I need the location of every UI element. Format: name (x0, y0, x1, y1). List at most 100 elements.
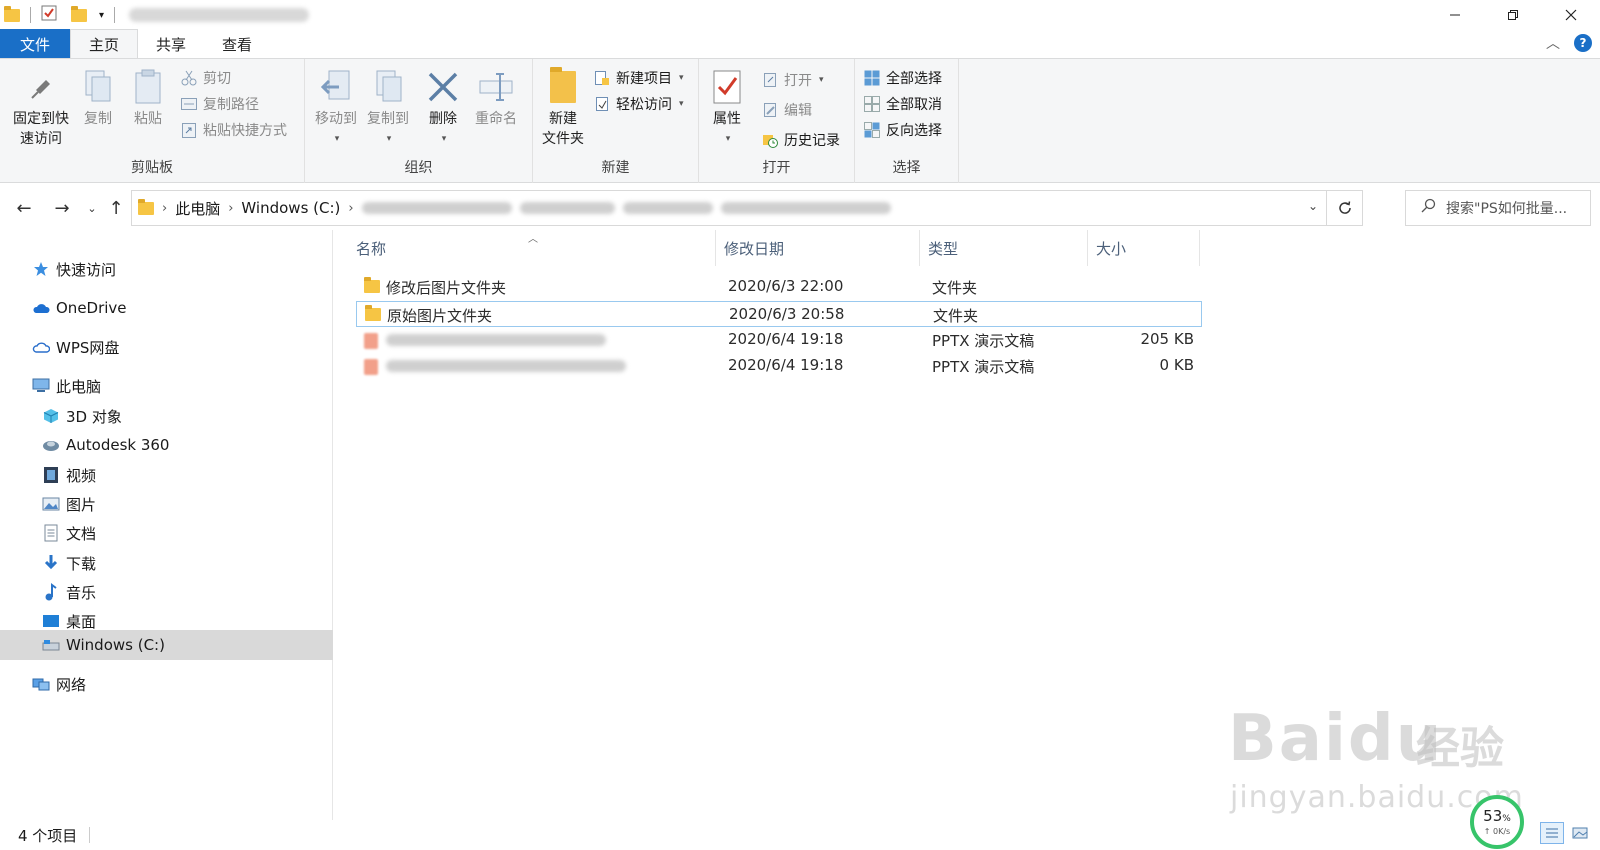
breadcrumb-drive[interactable]: Windows (C:) (241, 199, 340, 217)
sidebar-item-downloads[interactable]: 下载 (0, 548, 333, 578)
address-dropdown-icon[interactable]: ⌄ (1308, 199, 1318, 213)
copy-icon (78, 67, 118, 107)
recent-locations-icon[interactable]: ⌄ (80, 196, 104, 220)
select-none-label: 全部取消 (886, 97, 942, 113)
rename-button[interactable]: 重命名 (471, 67, 521, 129)
file-size: 0 KB (1159, 356, 1194, 374)
new-item-button[interactable]: 新建项目 ▾ (593, 67, 684, 89)
new-folder-label: 新建 文件夹 (542, 111, 584, 147)
paste-shortcut-button[interactable]: 粘贴快捷方式 (180, 119, 287, 141)
file-name: 原始图片文件夹 (387, 307, 493, 325)
address-bar[interactable]: › 此电脑 › Windows (C:) › ⌄ (131, 190, 1363, 226)
tab-home[interactable]: 主页 (70, 29, 139, 59)
file-date: 2020/6/4 19:18 (728, 356, 844, 374)
sidebar-item-quick-access[interactable]: 快速访问 (0, 254, 333, 284)
breadcrumb-redacted[interactable] (519, 202, 615, 214)
window-controls (1426, 0, 1600, 30)
select-none-button[interactable]: 全部取消 (863, 93, 942, 115)
column-header-date[interactable]: 修改日期 (716, 230, 920, 266)
new-folder-icon[interactable] (71, 5, 87, 22)
history-button[interactable]: 历史记录 (761, 129, 840, 151)
network-icon (32, 675, 50, 693)
customize-toolbar-icon[interactable]: ▾ (99, 10, 104, 21)
breadcrumb-chevron-icon[interactable]: › (228, 201, 233, 216)
column-header-type[interactable]: 类型 (920, 230, 1088, 266)
move-to-label: 移动到 (315, 111, 357, 127)
collapse-ribbon-icon[interactable]: ︿ (1546, 33, 1560, 53)
back-button[interactable]: ← (12, 196, 36, 220)
sidebar-item-label: 网络 (56, 675, 87, 694)
breadcrumb-redacted[interactable] (361, 202, 512, 214)
copy-path-button[interactable]: 复制路径 (180, 93, 259, 115)
sidebar-item-pictures[interactable]: 图片 (0, 489, 333, 519)
open-button[interactable]: 打开 ▾ (761, 69, 824, 91)
history-icon (761, 131, 779, 149)
sidebar-item-windows-c[interactable]: Windows (C:) (0, 630, 333, 660)
copy-button[interactable]: 复制 (78, 67, 118, 129)
close-button[interactable] (1542, 0, 1600, 30)
tab-view[interactable]: 查看 (204, 29, 270, 59)
delete-button[interactable]: 删除 ▾ (423, 67, 463, 149)
breadcrumb-this-pc[interactable]: 此电脑 (175, 198, 220, 219)
easy-access-button[interactable]: 轻松访问 ▾ (593, 93, 684, 115)
sidebar-item-documents[interactable]: 文档 (0, 518, 333, 548)
sidebar-item-autodesk[interactable]: Autodesk 360 (0, 430, 333, 460)
wps-cloud-icon (32, 338, 50, 356)
dropdown-caret-icon: ▾ (334, 134, 340, 144)
details-view-button[interactable] (1540, 822, 1564, 844)
drive-icon (42, 636, 60, 654)
cube-3d-icon (42, 407, 60, 425)
forward-button[interactable]: → (50, 196, 74, 220)
cut-button[interactable]: 剪切 (180, 67, 231, 89)
sidebar-item-wps-drive[interactable]: WPS网盘 (0, 332, 333, 362)
select-all-button[interactable]: 全部选择 (863, 67, 942, 89)
sidebar-item-videos[interactable]: 视频 (0, 460, 333, 490)
table-row[interactable]: 2020/6/4 19:18 PPTX 演示文稿 205 KB (356, 327, 1202, 353)
minimize-button[interactable] (1426, 0, 1484, 30)
properties-icon (707, 67, 747, 107)
sidebar-item-network[interactable]: 网络 (0, 669, 333, 699)
refresh-button[interactable] (1326, 191, 1362, 225)
table-row[interactable]: 2020/6/4 19:18 PPTX 演示文稿 0 KB (356, 353, 1202, 379)
up-button[interactable]: ↑ (104, 196, 128, 220)
dropdown-caret-icon: ▾ (679, 99, 684, 109)
breadcrumb-chevron-icon[interactable]: › (162, 201, 167, 216)
paste-icon (128, 67, 168, 107)
help-icon[interactable]: ? (1574, 34, 1592, 52)
large-icons-view-button[interactable] (1568, 822, 1592, 844)
breadcrumb-redacted[interactable] (720, 202, 891, 214)
copy-to-button[interactable]: 复制到 ▾ (363, 67, 413, 149)
edit-button[interactable]: 编辑 (761, 99, 812, 121)
tab-share[interactable]: 共享 (138, 29, 204, 59)
open-label: 打开 (784, 73, 812, 89)
quick-access-toolbar: ▾ (0, 0, 119, 30)
sidebar-item-3d-objects[interactable]: 3D 对象 (0, 401, 333, 431)
sidebar-item-this-pc[interactable]: 此电脑 (0, 371, 333, 401)
move-to-button[interactable]: 移动到 ▾ (311, 67, 361, 149)
sidebar-item-onedrive[interactable]: OneDrive (0, 293, 333, 323)
properties-check-icon[interactable] (41, 5, 57, 25)
dropdown-caret-icon: ▾ (679, 73, 684, 83)
file-type: 文件夹 (932, 279, 978, 297)
table-row[interactable]: 修改后图片文件夹 2020/6/3 22:00 文件夹 (356, 274, 1202, 300)
tab-file[interactable]: 文件 (0, 29, 70, 59)
new-folder-button[interactable]: 新建 文件夹 (537, 67, 589, 149)
sort-ascending-icon: ︿ (528, 234, 538, 245)
sidebar-item-music[interactable]: 音乐 (0, 577, 333, 607)
search-box[interactable]: 搜索"PS如何批量... (1405, 190, 1591, 226)
breadcrumb-chevron-icon[interactable]: › (348, 201, 353, 216)
paste-button[interactable]: 粘贴 (128, 67, 168, 129)
restore-button[interactable] (1484, 0, 1542, 30)
this-pc-icon (32, 377, 50, 395)
invert-selection-button[interactable]: 反向选择 (863, 119, 942, 141)
table-row[interactable]: 原始图片文件夹 2020/6/3 20:58 文件夹 (356, 301, 1202, 327)
pin-quick-access-button[interactable]: 固定到快 速访问 (8, 67, 74, 149)
file-size: 205 KB (1140, 330, 1194, 348)
dropdown-caret-icon: ▾ (819, 75, 824, 85)
network-speed-gauge[interactable]: 53% ↑ 0K/s (1470, 795, 1524, 849)
properties-button[interactable]: 属性 ▾ (707, 67, 747, 149)
sidebar-item-label: 此电脑 (56, 377, 102, 396)
column-header-size[interactable]: 大小 (1088, 230, 1200, 266)
breadcrumb-redacted[interactable] (622, 202, 713, 214)
download-arrow-icon (42, 554, 60, 572)
